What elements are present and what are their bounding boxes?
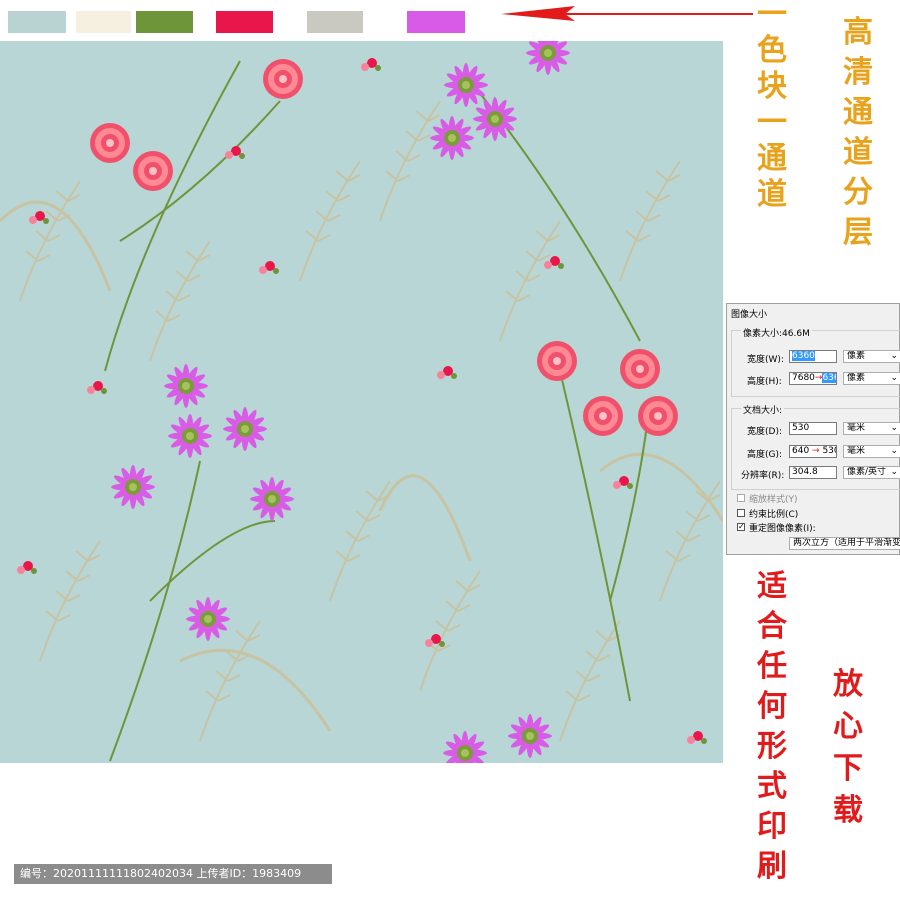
resolution-value: 304.8: [792, 467, 818, 477]
swatch-gray: [307, 11, 363, 33]
caption-char: 刷: [757, 849, 787, 884]
doc-height-value: 530: [822, 446, 836, 456]
chevron-down-icon: ⌄: [890, 467, 898, 477]
document-size-label: 文档大小:: [741, 403, 785, 416]
checkmark-icon: ✓: [738, 522, 745, 531]
caption-char: 适: [757, 569, 787, 604]
caption-char: 分: [843, 175, 873, 210]
unit-label: 像素: [847, 373, 866, 383]
pixel-height-input[interactable]: 7680→6360: [789, 372, 837, 385]
doc-width-label: 宽度(D):: [747, 427, 782, 437]
caption-char: 通: [757, 141, 787, 176]
constrain-proportions-label: 约束比例(C): [749, 510, 799, 520]
caption-char: 一: [757, 0, 787, 32]
caption-char: 印: [757, 809, 787, 844]
unit-label: 像素: [847, 351, 866, 361]
caption-hd-channel-layers: 高 清 通 道 分 层: [836, 18, 880, 258]
chevron-down-icon: ⌄: [890, 423, 898, 433]
resolution-input[interactable]: 304.8: [789, 466, 837, 479]
caption-char: 心: [833, 709, 863, 744]
caption-char: 合: [757, 609, 787, 644]
swatch-magenta: [407, 11, 465, 33]
caption-char: 通: [843, 95, 873, 130]
resolution-label: 分辨率(R):: [741, 471, 785, 481]
pixel-size-label: 像素大小:46.6M: [741, 326, 812, 339]
pixel-width-input[interactable]: 6360: [789, 350, 837, 363]
caption-char: 色: [757, 33, 787, 68]
caption-char: 道: [757, 177, 787, 212]
caption-char: 高: [843, 15, 873, 50]
resample-checkbox[interactable]: ✓: [737, 523, 745, 531]
caption-char: 式: [757, 769, 787, 804]
floral-pattern-image: [0, 41, 723, 763]
caption-char: 载: [833, 793, 863, 828]
pixel-height-value: 6360: [822, 373, 836, 383]
caption-char: 任: [757, 649, 787, 684]
pixel-width-value: 6360: [792, 351, 815, 361]
pixel-height-old-value: 7680: [792, 373, 815, 383]
caption-char: 下: [833, 751, 863, 786]
chevron-down-icon: ⌄: [890, 351, 898, 361]
caption-char: 块: [757, 69, 787, 104]
swatch-olive-green: [136, 11, 193, 33]
pixel-width-unit-select[interactable]: 像素 ⌄: [843, 350, 900, 363]
constrain-proportions-checkbox[interactable]: [737, 509, 745, 517]
resample-method-value: 两次立方（适用于平滑渐变: [793, 538, 900, 548]
doc-height-old-value: 640: [792, 446, 810, 456]
doc-height-unit-select[interactable]: 毫米 ⌄: [843, 445, 900, 458]
image-id-bar: 编号：20201111111802402034 上传者ID：1983409: [14, 864, 332, 884]
swatch-pale-blue: [8, 11, 66, 33]
chevron-down-icon: ⌄: [890, 373, 898, 383]
width-label: 宽度(W):: [747, 355, 784, 365]
caption-one-color-one-channel: 一 色 块 一 通 道: [752, 0, 792, 216]
unit-label: 毫米: [847, 446, 866, 456]
height-label: 高度(H):: [747, 377, 782, 387]
doc-width-unit-select[interactable]: 毫米 ⌄: [843, 422, 900, 435]
resolution-unit-select[interactable]: 像素/英寸 ⌄: [843, 466, 900, 479]
resample-label: 重定图像像素(I):: [749, 524, 816, 534]
pixel-height-unit-select[interactable]: 像素 ⌄: [843, 372, 900, 385]
caption-char: 清: [843, 55, 873, 90]
image-id-text: 编号：20201111111802402034 上传者ID：1983409: [20, 867, 302, 880]
swatch-cream: [76, 11, 131, 33]
image-size-dialog: 图像大小 像素大小:46.6M 宽度(W): 6360 像素 ⌄ 高度(H): 7…: [726, 303, 900, 555]
doc-height-label: 高度(G):: [747, 450, 783, 460]
arrow-left-icon: [501, 6, 753, 21]
unit-label: 像素/英寸: [847, 467, 887, 477]
caption-char: 形: [757, 729, 787, 764]
doc-width-input[interactable]: 530: [789, 422, 837, 435]
swatch-crimson: [216, 11, 273, 33]
caption-char: 道: [843, 135, 873, 170]
caption-char: 何: [757, 689, 787, 724]
unit-label: 毫米: [847, 423, 866, 433]
arrow-icon: →: [809, 446, 823, 456]
caption-suitable-for-any-print: 适 合 任 何 形 式 印 刷: [752, 572, 792, 892]
caption-char: 放: [833, 667, 863, 702]
doc-height-input[interactable]: 640 → 530: [789, 445, 837, 458]
resample-method-select[interactable]: 两次立方（适用于平滑渐变: [789, 537, 900, 550]
doc-width-value: 530: [792, 423, 810, 433]
scale-styles-checkbox[interactable]: [737, 494, 745, 502]
caption-char: 层: [843, 215, 873, 250]
dialog-title: 图像大小: [731, 310, 768, 320]
chevron-down-icon: ⌄: [890, 446, 898, 456]
caption-download-with-confidence: 放 心 下 载: [826, 670, 870, 838]
caption-char: 一: [757, 105, 787, 140]
scale-styles-label: 缩放样式(Y): [749, 495, 798, 505]
